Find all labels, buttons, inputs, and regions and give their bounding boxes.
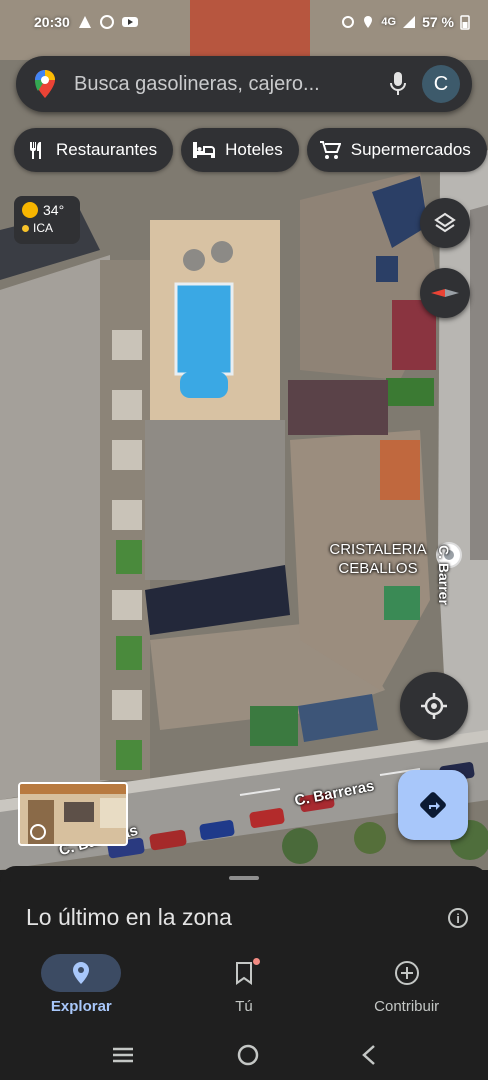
- nav-contribute[interactable]: Contribuir: [325, 948, 488, 1026]
- street-view-thumbnail[interactable]: [18, 782, 128, 846]
- air-quality-label: ICA: [33, 221, 54, 235]
- chip-hotels[interactable]: Hoteles: [181, 128, 299, 172]
- info-icon[interactable]: i: [448, 908, 468, 928]
- account-avatar[interactable]: C: [422, 65, 460, 103]
- weather-widget[interactable]: 34° ICA: [14, 196, 80, 244]
- directions-button[interactable]: [398, 770, 468, 840]
- air-quality-dot-icon: [22, 224, 29, 232]
- add-circle-icon: [394, 961, 419, 985]
- fork-knife-icon: [30, 142, 41, 159]
- google-maps-logo-icon: [35, 70, 55, 98]
- bookmark-icon: [236, 962, 252, 985]
- nav-label: Contribuir: [374, 998, 440, 1015]
- my-location-icon: [421, 693, 447, 719]
- alarm-icon: [342, 16, 355, 28]
- chip-supermarkets[interactable]: Supermercados: [306, 128, 487, 172]
- battery-percent: 57 %: [422, 14, 454, 30]
- nav-explore[interactable]: Explorar: [0, 948, 163, 1026]
- bottom-navigation: Explorar Tú Contribuir: [0, 948, 488, 1026]
- microphone-icon[interactable]: [388, 71, 408, 97]
- network-type: 4G: [381, 16, 397, 28]
- my-location-button[interactable]: [400, 672, 468, 740]
- layers-icon: [434, 212, 456, 233]
- youtube-icon: [121, 17, 138, 27]
- sheet-title: Lo último en la zona: [26, 904, 232, 930]
- warning-icon: [78, 16, 91, 28]
- chip-label: Supermercados: [350, 140, 471, 159]
- recent-apps-icon[interactable]: [111, 1046, 135, 1064]
- poi-label[interactable]: CRISTALERIA CEBALLOS: [318, 540, 438, 578]
- nav-label: Explorar: [50, 998, 112, 1015]
- status-time: 20:30: [34, 14, 70, 30]
- layers-button[interactable]: [420, 198, 470, 248]
- app-notification-icon: [99, 15, 114, 29]
- search-bar[interactable]: Busca gasolineras, cajero... C: [16, 56, 472, 112]
- cart-icon: [319, 141, 341, 159]
- sun-icon: [22, 202, 38, 218]
- back-icon[interactable]: [361, 1044, 377, 1066]
- compass-button[interactable]: [420, 268, 470, 318]
- bed-icon: [193, 142, 216, 158]
- street-view-image: [20, 784, 126, 844]
- location-icon: [364, 16, 373, 28]
- home-icon[interactable]: [236, 1043, 260, 1067]
- location-pin-icon: [73, 962, 90, 984]
- sheet-drag-handle[interactable]: [229, 876, 259, 880]
- chip-label: Restaurantes: [56, 140, 158, 159]
- chip-label: Hoteles: [225, 140, 283, 159]
- directions-icon: [420, 792, 446, 818]
- status-bar: 20:30 4G 57 %: [0, 0, 488, 44]
- nav-label: Tú: [235, 998, 253, 1015]
- nav-you[interactable]: Tú: [163, 948, 326, 1026]
- signal-icon: [403, 16, 416, 28]
- street-label: C. Barrer: [436, 545, 452, 605]
- chip-restaurants[interactable]: Restaurantes: [14, 128, 174, 172]
- search-input[interactable]: Busca gasolineras, cajero...: [74, 73, 388, 96]
- compass-icon: [431, 289, 459, 297]
- system-navigation-bar: [0, 1030, 488, 1080]
- temperature: 34°: [43, 202, 65, 218]
- battery-icon: [460, 15, 470, 30]
- category-chips: Restaurantes Hoteles Supermercados: [14, 128, 487, 172]
- notification-dot: [253, 958, 260, 965]
